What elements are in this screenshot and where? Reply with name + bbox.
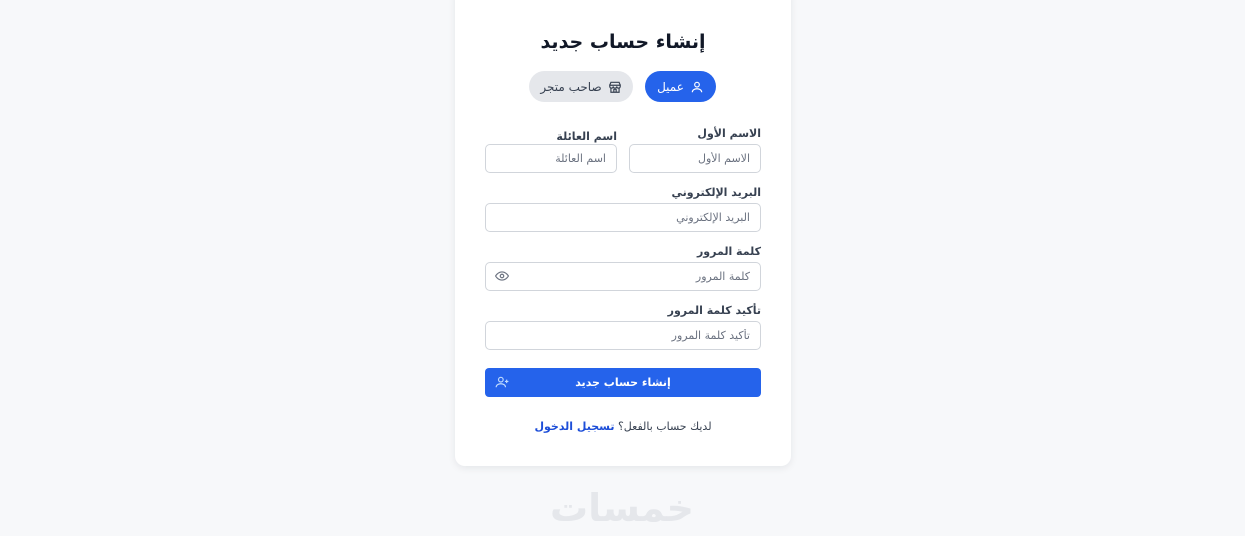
login-link[interactable]: تسجيل الدخول <box>534 420 614 433</box>
user-icon <box>691 81 703 92</box>
signup-card: إنشاء حساب جديد عميل صاحب متجر الاسم الأ… <box>455 0 791 466</box>
eye-icon[interactable] <box>495 269 509 283</box>
last-name-field[interactable] <box>485 144 617 173</box>
password-label: كلمة المرور <box>696 245 761 258</box>
first-name-field[interactable] <box>629 144 761 173</box>
password-field[interactable] <box>485 262 761 291</box>
role-customer-label: عميل <box>657 79 684 94</box>
first-name-label: الاسم الأول <box>697 127 761 140</box>
role-customer-button[interactable]: عميل <box>645 71 716 102</box>
role-merchant-label: صاحب متجر <box>540 79 602 94</box>
page-title: إنشاء حساب جديد <box>540 31 706 53</box>
login-prompt: لديك حساب بالفعل؟ تسجيل الدخول <box>455 420 791 433</box>
email-field[interactable] <box>485 203 761 232</box>
khamsat-logo: خمسات <box>550 486 694 530</box>
create-account-button[interactable]: إنشاء حساب جديد <box>485 368 761 397</box>
confirm-password-label: تأكيد كلمة المرور <box>667 304 761 317</box>
login-prompt-text: لديك حساب بالفعل؟ <box>617 420 712 433</box>
role-merchant-button[interactable]: صاحب متجر <box>529 71 633 102</box>
email-label: البريد الإلكتروني <box>671 186 761 199</box>
create-account-label: إنشاء حساب جديد <box>575 376 671 389</box>
user-plus-icon <box>495 376 509 388</box>
confirm-password-field[interactable] <box>485 321 761 350</box>
last-name-label: اسم العائلة <box>556 130 617 143</box>
store-icon <box>608 81 621 93</box>
